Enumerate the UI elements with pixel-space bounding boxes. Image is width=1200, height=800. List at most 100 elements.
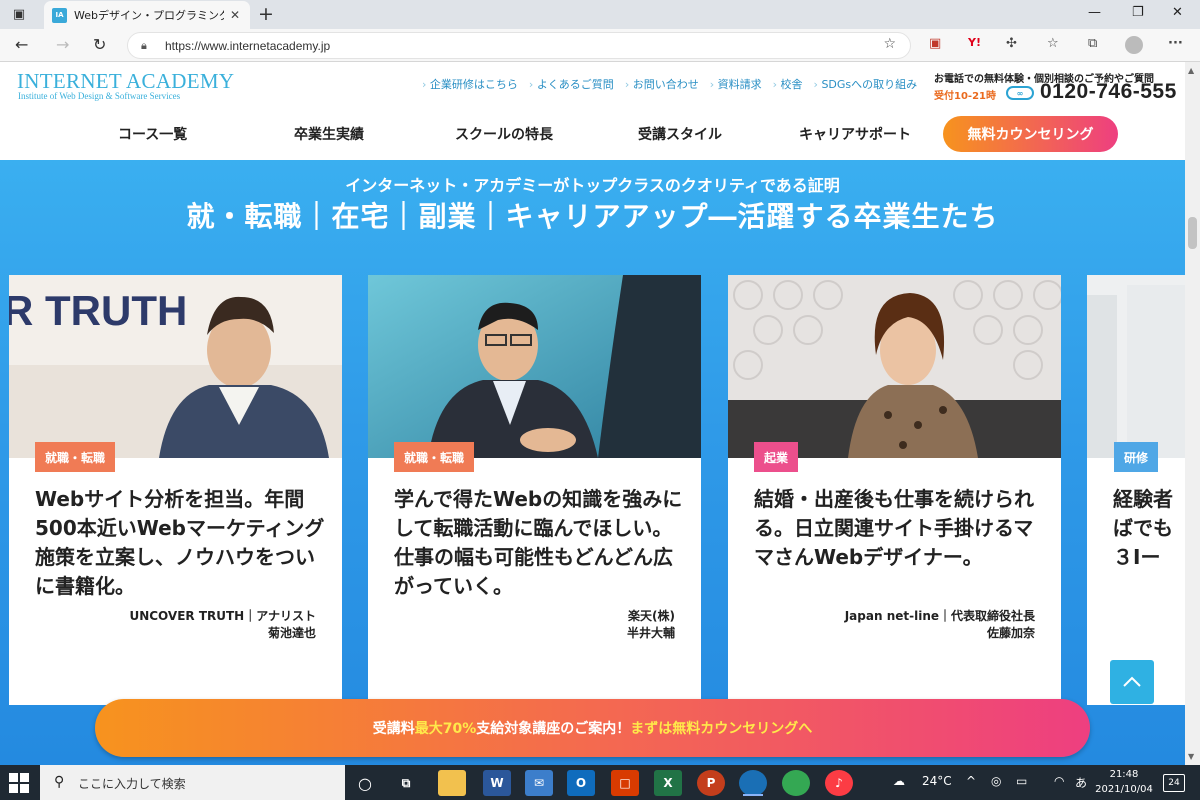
yahoo-extension-icon[interactable]: Y! <box>968 36 981 49</box>
util-link-faq[interactable]: よくあるご質問 <box>529 76 614 92</box>
card-headline[interactable]: Webサイト分析を担当。年間500本近いWebマーケティング施策を立案し、ノウハ… <box>35 485 325 601</box>
chevron-up-icon <box>1123 676 1141 687</box>
util-link-campus[interactable]: 校舎 <box>773 76 803 92</box>
card-person-name: 半井大輔 <box>626 626 675 640</box>
address-bar: ← → ↻ 🔒︎ https://www.internetacademy.jp … <box>0 29 1200 62</box>
chrome-icon[interactable] <box>782 770 810 796</box>
url-input[interactable]: 🔒︎ https://www.internetacademy.jp ☆ <box>127 32 911 59</box>
card-headline[interactable]: 学んで得たWebの知識を強みにして転職活動に臨んでほしい。仕事の幅も可能性もどん… <box>394 485 684 601</box>
card-company: 楽天(株) <box>628 609 675 623</box>
page-scrollbar[interactable]: ▲ ▼ <box>1185 62 1200 765</box>
show-hidden-icons-icon[interactable]: ^ <box>966 774 976 788</box>
subsidy-banner[interactable]: 受講料 最大70% 支給対象講座のご案内！ まずは無料カウンセリングへ <box>95 699 1090 757</box>
close-window-icon[interactable]: ✕ <box>1172 5 1183 20</box>
cortana-icon[interactable]: ○ <box>351 770 379 796</box>
clock-date: 2021/10/04 <box>1095 784 1153 795</box>
task-view-icon[interactable]: ⧉ <box>392 770 420 796</box>
extension-icon[interactable]: ▣ <box>929 36 941 51</box>
minimize-icon[interactable]: — <box>1088 5 1101 20</box>
nav-item-features[interactable]: スクールの特長 <box>455 124 553 144</box>
lock-icon[interactable]: 🔒︎ <box>141 39 147 53</box>
windows-start-icon[interactable] <box>9 773 29 793</box>
extensions-puzzle-icon[interactable]: ✣ <box>1006 36 1017 51</box>
card-headline[interactable]: 結婚・出産後も仕事を続けられる。日立関連サイト手掛けるママさんWebデザイナー。 <box>754 485 1044 572</box>
photo-wall-text: R TRUTH <box>9 287 187 334</box>
clock-time: 21:48 <box>1109 769 1139 780</box>
url-text[interactable]: https://www.internetacademy.jp <box>165 39 330 53</box>
nav-item-graduates[interactable]: 卒業生実績 <box>294 124 364 144</box>
outlook-icon[interactable]: O <box>567 770 595 796</box>
phone-number[interactable]: 0120-746-555 <box>1040 80 1177 104</box>
card-headline[interactable]: 経験者ばでも３Iーショ <box>1113 485 1173 573</box>
battery-icon[interactable]: ▭ <box>1016 774 1027 788</box>
testimonial-card-3[interactable]: 起業 結婚・出産後も仕事を続けられる。日立関連サイト手掛けるママさんWebデザイ… <box>728 275 1061 705</box>
card-company: UNCOVER TRUTH｜アナリスト <box>129 609 316 623</box>
card-company: Japan net-line｜代表取締役社長 <box>844 609 1035 623</box>
wifi-icon[interactable]: ◠ <box>1054 774 1064 788</box>
nav-item-career-support[interactable]: キャリアサポート <box>799 124 911 144</box>
banner-text-part1: 受講料 <box>372 721 415 737</box>
util-link-corporate-training[interactable]: 企業研修はこちら <box>422 76 518 92</box>
more-menu-icon[interactable]: ··· <box>1168 36 1183 51</box>
testimonial-card-1[interactable]: R TRUTH 就職・転職 Webサイト分析を担当。年間500本近いWebマーケ… <box>9 275 342 705</box>
util-link-brochure[interactable]: 資料請求 <box>710 76 762 92</box>
card-category-tag: 就職・転職 <box>394 442 475 472</box>
banner-text-highlight: 最大70% <box>414 721 477 737</box>
scroll-down-icon[interactable]: ▼ <box>1188 752 1194 761</box>
card-category-tag: 就職・転職 <box>35 442 116 472</box>
testimonial-photo <box>728 275 1061 458</box>
scroll-thumb[interactable] <box>1188 217 1197 249</box>
close-tab-icon[interactable]: ✕ <box>230 8 240 22</box>
free-counseling-button[interactable]: 無料カウンセリング <box>943 116 1118 152</box>
mail-icon[interactable]: ✉ <box>525 770 553 796</box>
favorites-icon[interactable]: ☆ <box>1047 36 1059 51</box>
card-person-name: 菊池達也 <box>267 626 316 640</box>
testimonial-card-2[interactable]: 就職・転職 学んで得たWebの知識を強みにして転職活動に臨んでほしい。仕事の幅も… <box>368 275 701 705</box>
notification-center-icon[interactable]: 24 <box>1163 774 1185 792</box>
testimonial-photo <box>368 275 701 458</box>
taskbar-search-input[interactable]: ⚲ ここに入力して検索 <box>40 765 345 800</box>
card-category-tag: 起業 <box>754 442 799 472</box>
taskbar-search-placeholder: ここに入力して検索 <box>78 777 186 791</box>
forward-icon[interactable]: → <box>56 35 69 54</box>
maximize-icon[interactable]: ❐ <box>1132 5 1144 20</box>
nav-item-learning-style[interactable]: 受講スタイル <box>638 124 722 144</box>
edge-icon[interactable] <box>739 770 767 796</box>
banner-text-cta: まずは無料カウンセリングへ <box>630 721 813 737</box>
freedial-icon: ∞ <box>1006 86 1034 100</box>
word-icon[interactable]: W <box>483 770 511 796</box>
scroll-up-icon[interactable]: ▲ <box>1188 66 1194 75</box>
section-title: 就・転職｜在宅｜副業｜キャリアアップ―活躍する卒業生たち <box>186 200 999 233</box>
back-icon[interactable]: ← <box>15 35 28 54</box>
ime-indicator[interactable]: あ <box>1075 774 1087 791</box>
collections-icon[interactable]: ⧉ <box>1088 36 1097 51</box>
office-icon[interactable]: □ <box>611 770 639 796</box>
site-header: INTERNET ACADEMY Institute of Web Design… <box>0 62 1200 160</box>
browser-tab[interactable]: IA Webデザイン・プログラミングスクール[ ✕ <box>44 1 250 29</box>
network-device-icon[interactable]: ◎ <box>991 774 1001 788</box>
new-tab-icon[interactable]: + <box>258 3 274 25</box>
phone-hours: 受付10-21時 <box>934 91 996 102</box>
testimonial-card-4[interactable]: 研修 経験者ばでも３Iーショ <box>1087 275 1185 705</box>
excel-icon[interactable]: X <box>654 770 682 796</box>
weather-temperature[interactable]: 24°C <box>922 774 952 788</box>
testimonial-photo <box>1087 275 1185 458</box>
search-icon: ⚲ <box>54 774 65 790</box>
util-link-contact[interactable]: お問い合わせ <box>625 76 699 92</box>
site-logo-tagline[interactable]: Institute of Web Design & Software Servi… <box>18 91 180 101</box>
section-subtitle: インターネット・アカデミーがトップクラスのクオリティである証明 <box>345 176 840 195</box>
system-clock[interactable]: 21:48 2021/10/04 <box>1095 767 1153 797</box>
music-icon[interactable]: ♪ <box>825 770 853 796</box>
refresh-icon[interactable]: ↻ <box>93 35 106 54</box>
card-person-name: 佐藤加奈 <box>986 626 1035 640</box>
file-explorer-icon[interactable] <box>438 770 466 796</box>
powerpoint-icon[interactable]: P <box>697 770 725 796</box>
nav-item-courses[interactable]: コース一覧 <box>118 124 187 144</box>
weather-icon[interactable]: ☁ <box>893 774 905 788</box>
tab-actions-icon[interactable]: ▣ <box>8 5 30 23</box>
back-to-top-button[interactable] <box>1110 660 1154 704</box>
utility-nav: 企業研修はこちら よくあるご質問 お問い合わせ 資料請求 校舎 SDGsへの取り… <box>422 76 917 92</box>
util-link-sdgs[interactable]: SDGsへの取り組み <box>814 76 917 92</box>
add-favorite-icon[interactable]: ☆ <box>883 36 896 52</box>
profile-avatar-icon[interactable] <box>1125 36 1143 54</box>
